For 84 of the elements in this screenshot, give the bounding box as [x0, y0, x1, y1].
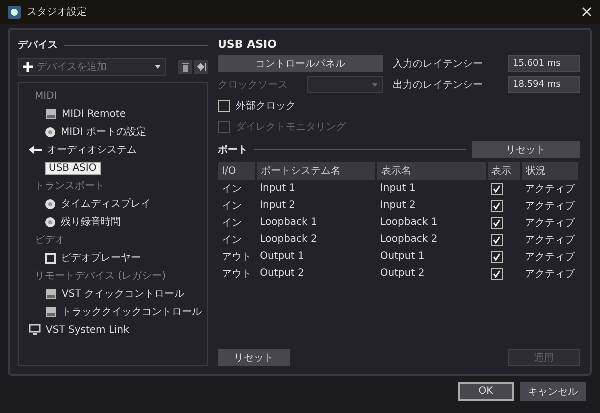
reset-button[interactable]	[194, 60, 208, 74]
tree-item[interactable]: VST クイックコントロール	[62, 287, 184, 301]
table-cell-text: アクティブ	[524, 216, 576, 230]
checkbox[interactable]	[490, 182, 503, 194]
reset-button[interactable]: リセット	[218, 349, 290, 366]
table-cell-text: アウト	[221, 250, 253, 264]
checkbox[interactable]	[490, 234, 503, 246]
field-label: クロックソース	[218, 78, 289, 92]
checkbox-label: 外部クロック	[236, 100, 296, 112]
reset-button[interactable]: リセット	[472, 141, 580, 158]
table-cell-text: Loopback 2	[379, 233, 439, 247]
tree-category: MIDI	[35, 90, 58, 102]
device-icon	[45, 288, 57, 300]
table-cell-text: アウト	[221, 268, 253, 282]
table-cell-text: Input 2	[259, 199, 297, 213]
table-cell-text: アクティブ	[524, 268, 576, 282]
section-heading: ポート	[218, 144, 248, 156]
table-cell-text: アクティブ	[524, 234, 576, 248]
tree-item[interactable]: オーディオシステム	[47, 143, 137, 157]
circle-icon	[45, 216, 56, 228]
tree-item[interactable]: VST System Link	[46, 324, 130, 336]
square-icon	[45, 252, 56, 264]
delete-button[interactable]	[178, 60, 192, 74]
checkbox[interactable]	[490, 216, 503, 228]
trash-icon	[182, 62, 188, 72]
tree-category: トランスポート	[35, 180, 105, 193]
close-icon[interactable]	[582, 7, 592, 17]
table-cell-text: Loopback 1	[259, 216, 318, 230]
checkbox[interactable]	[218, 100, 230, 112]
column-header[interactable]: 表示名	[376, 162, 487, 180]
tree-item[interactable]: トラッククイックコントロール	[62, 305, 202, 319]
plug-icon	[29, 145, 42, 155]
table-cell-text: アクティブ	[524, 200, 576, 214]
tree-item[interactable]: MIDI ポートの設定	[61, 125, 146, 139]
tree-item[interactable]: USB ASIO	[45, 162, 101, 174]
latency-field: 15.601 ms	[508, 55, 580, 72]
tree-category: リモートデバイス (レガシー)	[35, 270, 166, 283]
monitor-icon	[29, 324, 41, 336]
device-title: USB ASIO	[218, 38, 278, 51]
app-icon	[8, 6, 21, 18]
section-heading: デバイス	[18, 39, 58, 52]
window-title: スタジオ設定	[27, 6, 88, 19]
ok-button[interactable]: OK	[458, 382, 514, 401]
tree-item[interactable]: MIDI Remote	[62, 108, 126, 120]
tree-item[interactable]: タイムディスプレイ	[61, 197, 151, 211]
table-cell-text: Loopback 1	[379, 216, 439, 230]
table-cell-text: Output 1	[379, 250, 426, 264]
device-icon	[45, 306, 57, 318]
skip-icon	[196, 63, 206, 71]
caret-icon	[372, 82, 378, 86]
column-header[interactable]: 状況	[520, 162, 579, 180]
tree-category: ビデオ	[35, 234, 65, 247]
table-cell: アクティブ	[520, 180, 579, 197]
device-icon	[45, 108, 57, 120]
checkbox[interactable]	[490, 268, 503, 280]
checkbox[interactable]	[490, 200, 503, 212]
cancel-button[interactable]: キャンセル	[520, 382, 586, 401]
tree-item[interactable]: ビデオプレーヤー	[61, 251, 141, 265]
circle-icon	[45, 126, 56, 138]
table-cell: Input 1	[256, 180, 376, 197]
table-cell: Input 1	[376, 180, 487, 197]
field-label: 入力のレイテンシー	[393, 58, 483, 70]
column-header[interactable]: ポートシステム名	[256, 162, 376, 180]
tree-item[interactable]: 残り録音時間	[61, 215, 121, 229]
table-cell-text: イン	[221, 216, 243, 230]
table-cell-text: アクティブ	[524, 250, 576, 264]
table-cell-text: Loopback 2	[259, 233, 318, 247]
checkbox-label: ダイレクトモニタリング	[236, 120, 346, 134]
table-cell-text: Output 2	[379, 267, 426, 281]
table-cell: イン	[218, 180, 256, 197]
table-cell-text: イン	[221, 234, 243, 248]
latency-field: 18.594 ms	[508, 76, 580, 93]
checkbox[interactable]	[490, 250, 503, 262]
field-label: 出力のレイテンシー	[393, 78, 483, 92]
table-cell-text: Output 2	[259, 267, 306, 281]
table-cell-text: Output 1	[259, 250, 306, 264]
caret-icon	[155, 65, 161, 69]
column-header[interactable]: I/O	[218, 162, 256, 180]
control-panel-button[interactable]: コントロールパネル	[218, 55, 383, 72]
column-header[interactable]: 表示	[486, 162, 521, 180]
table-cell-text: イン	[221, 200, 243, 214]
plus-icon	[23, 62, 33, 72]
table-cell-text: Input 2	[379, 199, 417, 213]
circle-icon	[45, 198, 56, 210]
